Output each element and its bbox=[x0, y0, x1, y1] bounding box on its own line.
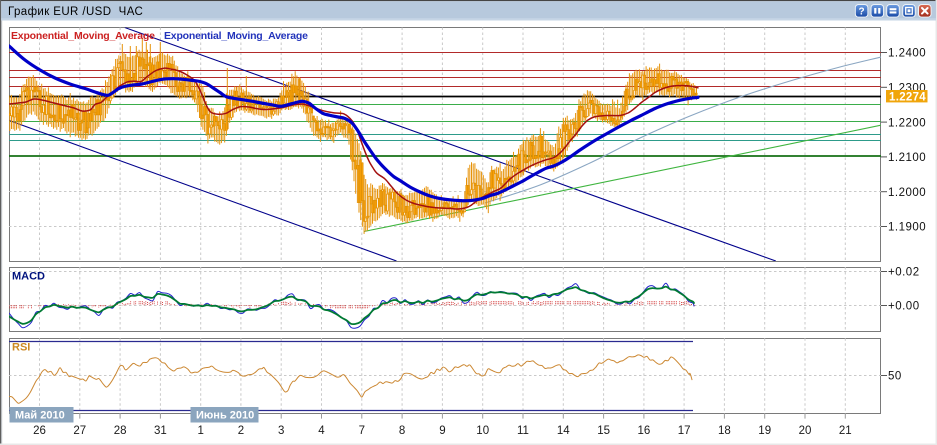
svg-text:8: 8 bbox=[399, 425, 405, 437]
svg-text:Exponential_Moving_Average: Exponential_Moving_Average bbox=[11, 30, 155, 42]
svg-text:4: 4 bbox=[318, 425, 325, 437]
svg-text:Июнь 2010: Июнь 2010 bbox=[196, 410, 254, 422]
svg-text:+0.00: +0.00 bbox=[888, 301, 920, 313]
svg-text:1.2400: 1.2400 bbox=[888, 48, 926, 60]
svg-text:1.2200: 1.2200 bbox=[888, 117, 926, 129]
svg-text:+0.02: +0.02 bbox=[888, 267, 920, 279]
svg-text:20: 20 bbox=[799, 425, 812, 437]
svg-text:16: 16 bbox=[638, 425, 651, 437]
svg-text:1.2274: 1.2274 bbox=[889, 91, 926, 103]
svg-text:Exponential_Moving_Average: Exponential_Moving_Average bbox=[164, 30, 308, 42]
svg-text:19: 19 bbox=[758, 425, 771, 437]
svg-text:Май 2010: Май 2010 bbox=[15, 410, 65, 422]
svg-text:15: 15 bbox=[597, 425, 610, 437]
svg-text:3: 3 bbox=[278, 425, 284, 437]
svg-text:21: 21 bbox=[839, 425, 852, 437]
svg-text:17: 17 bbox=[678, 425, 691, 437]
svg-text:1.1900: 1.1900 bbox=[888, 222, 926, 234]
svg-text:31: 31 bbox=[154, 425, 167, 437]
svg-text:11: 11 bbox=[517, 425, 529, 437]
svg-text:RSI: RSI bbox=[12, 342, 30, 354]
svg-text:MACD: MACD bbox=[12, 271, 45, 283]
svg-text:26: 26 bbox=[33, 425, 46, 437]
svg-text:2: 2 bbox=[238, 425, 244, 437]
svg-text:1.2100: 1.2100 bbox=[888, 152, 926, 164]
svg-text:1.2000: 1.2000 bbox=[888, 187, 926, 199]
svg-text:14: 14 bbox=[557, 425, 570, 437]
svg-text:18: 18 bbox=[718, 425, 731, 437]
svg-text:1: 1 bbox=[197, 425, 203, 437]
svg-text:27: 27 bbox=[73, 425, 86, 437]
svg-text:10: 10 bbox=[476, 425, 489, 437]
svg-text:28: 28 bbox=[114, 425, 127, 437]
svg-text:7: 7 bbox=[359, 425, 365, 437]
svg-text:9: 9 bbox=[439, 425, 445, 437]
svg-text:График EUR /USD ЧАС: График EUR /USD ЧАС bbox=[8, 6, 143, 18]
svg-text:50: 50 bbox=[888, 371, 902, 383]
svg-text:?: ? bbox=[859, 6, 865, 17]
